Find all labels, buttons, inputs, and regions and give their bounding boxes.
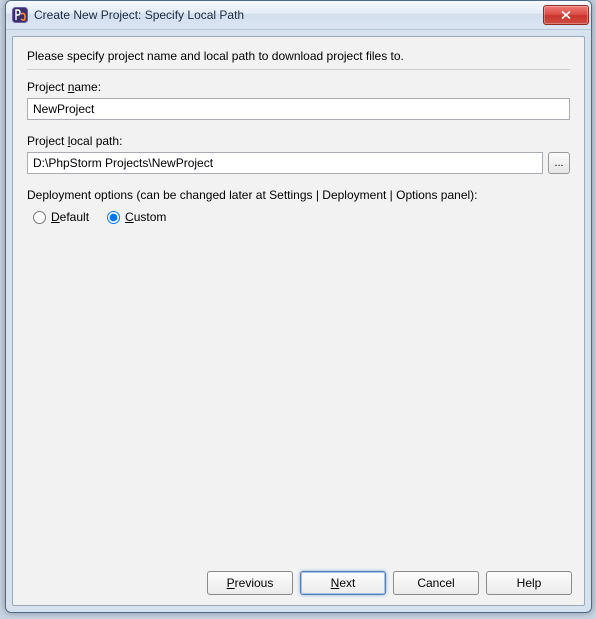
title-bar: Create New Project: Specify Local Path <box>6 1 591 30</box>
close-button[interactable] <box>543 5 589 25</box>
content-panel: Please specify project name and local pa… <box>13 37 584 563</box>
help-button[interactable]: Help <box>486 571 572 595</box>
radio-custom[interactable]: Custom <box>107 210 166 224</box>
radio-default[interactable]: Default <box>33 210 89 224</box>
close-icon <box>560 10 572 20</box>
project-path-label: Project local path: <box>27 134 570 148</box>
cancel-button[interactable]: Cancel <box>393 571 479 595</box>
deployment-options-group: Default Custom <box>33 210 570 224</box>
radio-default-input[interactable] <box>33 211 46 224</box>
next-button[interactable]: Next <box>300 571 386 595</box>
radio-default-label: Default <box>51 210 89 224</box>
radio-custom-label: Custom <box>125 210 166 224</box>
window-title: Create New Project: Specify Local Path <box>34 8 543 22</box>
app-icon <box>12 7 28 23</box>
previous-button[interactable]: Previous <box>207 571 293 595</box>
dialog-window: Create New Project: Specify Local Path P… <box>5 0 592 613</box>
radio-custom-input[interactable] <box>107 211 120 224</box>
project-name-input[interactable] <box>27 98 570 120</box>
intro-text: Please specify project name and local pa… <box>27 49 570 63</box>
project-name-label: Project name: <box>27 80 570 94</box>
button-bar: Previous Next Cancel Help <box>13 563 584 605</box>
project-path-input[interactable] <box>27 152 543 174</box>
browse-button[interactable]: ... <box>548 152 570 174</box>
divider <box>27 69 570 70</box>
deployment-options-label: Deployment options (can be changed later… <box>27 188 570 202</box>
client-area: Please specify project name and local pa… <box>12 36 585 606</box>
